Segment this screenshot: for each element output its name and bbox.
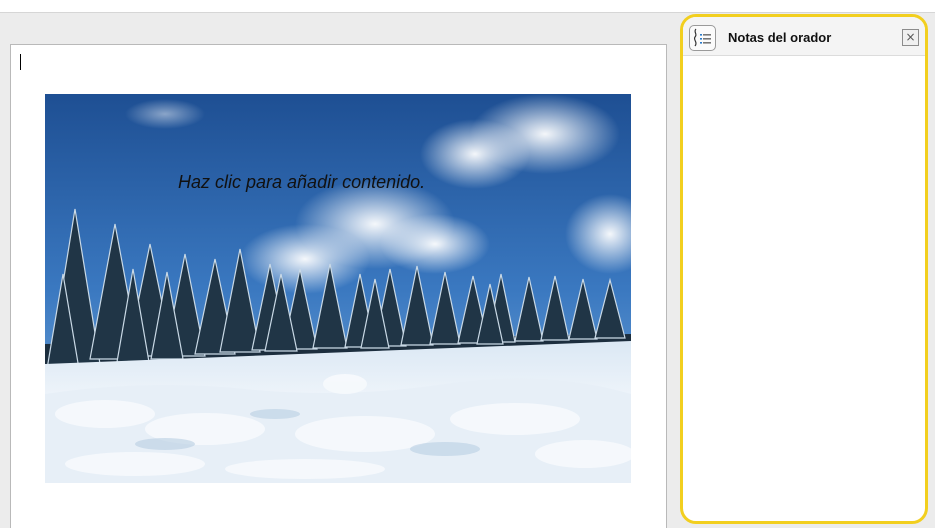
text-cursor [20, 54, 21, 70]
speaker-notes-panel: Notas del orador × [680, 14, 928, 524]
top-toolbar-strip [0, 0, 935, 13]
notes-panel-header: Notas del orador × [683, 17, 925, 56]
slide-editor-area[interactable]: Haz clic para añadir contenido. [10, 44, 667, 528]
notes-text-area[interactable] [693, 61, 915, 511]
content-placeholder[interactable]: Haz clic para añadir contenido. [178, 172, 425, 193]
notes-panel-title: Notas del orador [728, 30, 832, 45]
slide-image[interactable]: Haz clic para añadir contenido. [45, 94, 631, 483]
close-icon[interactable]: × [902, 29, 919, 46]
speaker-notes-icon[interactable] [689, 25, 716, 51]
snowy-forest-picture [45, 94, 631, 483]
